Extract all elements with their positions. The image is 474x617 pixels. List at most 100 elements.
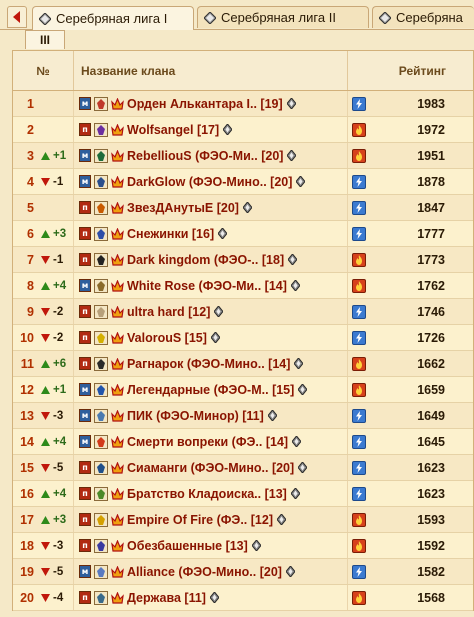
tab-silver-league-2[interactable]: Серебряная лига II bbox=[197, 6, 369, 28]
crown-icon bbox=[111, 539, 124, 552]
rating-cell: 1568 bbox=[348, 585, 473, 610]
clan-info-icon[interactable] bbox=[292, 436, 302, 447]
header-clan-name-label: Название клана bbox=[81, 63, 176, 78]
clan-emblem-icon bbox=[94, 460, 108, 475]
clan-info-icon[interactable] bbox=[210, 332, 220, 343]
clan-name-link[interactable]: Alliance (ФЭО-Мино.. [20] bbox=[127, 565, 282, 579]
tab-silver-league-3[interactable]: Серебряна bbox=[372, 6, 474, 28]
clan-name-link[interactable]: White Rose (ФЭО-Ми.. [14] bbox=[127, 279, 287, 293]
clan-name-link[interactable]: ЗвезДАнутыЕ [20] bbox=[127, 201, 239, 215]
table-row: 6 +3 п Снежинки [16] 1777 bbox=[13, 221, 473, 247]
clan-info-icon[interactable] bbox=[290, 280, 300, 291]
clan-info-icon[interactable] bbox=[296, 176, 306, 187]
rank-cell: 18 -3 bbox=[13, 533, 74, 558]
clan-name-link[interactable]: Обезбашенные [13] bbox=[127, 539, 248, 553]
clan-info-icon[interactable] bbox=[242, 202, 252, 213]
arrow-up-icon bbox=[41, 515, 50, 524]
subtab-iii[interactable]: III bbox=[25, 30, 65, 49]
clan-name: Братство Кладоиска.. bbox=[127, 486, 262, 501]
clan-name-link[interactable]: Dark kingdom (ФЭО-.. [18] bbox=[127, 253, 284, 267]
table-header: № Название клана Рейтинг bbox=[13, 51, 473, 91]
clan-info-icon[interactable] bbox=[251, 540, 261, 551]
clan-name-link[interactable]: Легендарные (ФЭО-М.. [15] bbox=[127, 383, 294, 397]
arrow-up-icon bbox=[41, 229, 50, 238]
clan-info-icon[interactable] bbox=[223, 124, 233, 135]
clan-name-link[interactable]: ultra hard [12] bbox=[127, 305, 210, 319]
clan-info-icon[interactable] bbox=[209, 592, 219, 603]
rating-cell: 1623 bbox=[348, 481, 473, 506]
rank-cell: 10 -2 bbox=[13, 325, 74, 350]
rank-change-value: +6 bbox=[53, 357, 67, 370]
rating-cell: 1582 bbox=[348, 559, 473, 584]
rating-value: 1777 bbox=[417, 226, 445, 241]
bolt-glyph bbox=[356, 98, 362, 109]
clan-info-icon[interactable] bbox=[218, 228, 228, 239]
clan-name-link[interactable]: Сиаманги (ФЭО-Мино.. [20] bbox=[127, 461, 294, 475]
rank-change: +3 bbox=[41, 228, 66, 240]
flame-glyph bbox=[356, 358, 362, 369]
clan-name-link[interactable]: DarkGlow (ФЭО-Мино.. [20] bbox=[127, 175, 292, 189]
rank-change-value: +1 bbox=[53, 149, 67, 162]
clan-name: Обезбашенные bbox=[127, 538, 223, 553]
clan-name: Орден Алькантара I.. bbox=[127, 96, 257, 111]
clan-name-link[interactable]: Wolfsangel [17] bbox=[127, 123, 219, 137]
clan-name-link[interactable]: Орден Алькантара I.. [19] bbox=[127, 97, 283, 111]
clan-level: [17] bbox=[196, 122, 220, 137]
fire-icon bbox=[352, 252, 366, 267]
rank-change-value: -2 bbox=[53, 305, 64, 318]
diamond-icon bbox=[204, 11, 216, 24]
clan-level: [14] bbox=[268, 356, 291, 371]
clan-name-link[interactable]: ПИК (ФЭО-Минор) [11] bbox=[127, 409, 264, 423]
clan-info-icon[interactable] bbox=[286, 98, 296, 109]
arrow-up-icon bbox=[41, 489, 50, 498]
rank-change: +6 bbox=[41, 358, 66, 370]
clan-info-icon[interactable] bbox=[287, 150, 297, 161]
clan-name-link[interactable]: Снежинки [16] bbox=[127, 227, 214, 241]
bolt-glyph bbox=[356, 202, 362, 213]
clan-info-icon[interactable] bbox=[267, 410, 277, 421]
rating-cell: 1726 bbox=[348, 325, 473, 350]
clan-level: [11] bbox=[184, 590, 206, 605]
clan-level: [20] bbox=[271, 460, 295, 475]
clan-emblem-icon bbox=[94, 148, 108, 163]
clan-cell: м White Rose (ФЭО-Ми.. [14] bbox=[74, 273, 348, 298]
rating-cell: 1592 bbox=[348, 533, 473, 558]
clan-name-link[interactable]: Empire Of Fire (ФЭ.. [12] bbox=[127, 513, 273, 527]
clan-name-link[interactable]: Смерти вопреки (ФЭ.. [14] bbox=[127, 435, 288, 449]
clan-info-icon[interactable] bbox=[298, 462, 308, 473]
arrow-up-icon bbox=[41, 281, 50, 290]
clan-info-icon[interactable] bbox=[290, 488, 300, 499]
clan-info-icon[interactable] bbox=[294, 358, 304, 369]
clan-name-link[interactable]: Держава [11] bbox=[127, 591, 206, 605]
clan-name-link[interactable]: Рагнарок (ФЭО-Мино.. [14] bbox=[127, 357, 290, 371]
clan-info-icon[interactable] bbox=[288, 254, 298, 265]
rank-cell: 8 +4 bbox=[13, 273, 74, 298]
fire-icon bbox=[352, 148, 366, 163]
clan-info-icon[interactable] bbox=[214, 306, 224, 317]
arrow-down-icon bbox=[41, 333, 50, 342]
lightning-icon bbox=[352, 226, 366, 241]
rank-number: 19 bbox=[20, 564, 34, 579]
rank-cell: 2 bbox=[13, 117, 74, 142]
clan-info-icon[interactable] bbox=[285, 566, 295, 577]
tab-silver-league-1[interactable]: Серебряная лига I bbox=[32, 6, 194, 30]
flame-glyph bbox=[356, 280, 362, 291]
clan-name-link[interactable]: RebelliouS (ФЭО-Ми.. [20] bbox=[127, 149, 283, 163]
tabs-scroll-left-button[interactable] bbox=[7, 6, 27, 28]
lightning-icon bbox=[352, 174, 366, 189]
table-row: 8 +4 м White Rose (ФЭО-Ми.. [14] 1762 bbox=[13, 273, 473, 299]
clan-name: Сиаманги (ФЭО-Мино.. bbox=[127, 460, 269, 475]
fire-icon bbox=[352, 590, 366, 605]
rank-change-value: -5 bbox=[53, 565, 64, 578]
clan-cell: м Смерти вопреки (ФЭ.. [14] bbox=[74, 429, 348, 454]
clan-info-icon[interactable] bbox=[298, 384, 308, 395]
diamond-icon bbox=[39, 12, 51, 25]
fire-icon bbox=[352, 512, 366, 527]
clan-level: [15] bbox=[272, 382, 295, 397]
clan-name-link[interactable]: ValorouS [15] bbox=[127, 331, 207, 345]
bolt-glyph bbox=[356, 410, 362, 421]
clan-info-icon[interactable] bbox=[277, 514, 286, 525]
header-number: № bbox=[13, 51, 74, 90]
clan-mode-badge: п bbox=[79, 305, 91, 318]
clan-name-link[interactable]: Братство Кладоиска.. [13] bbox=[127, 487, 287, 501]
